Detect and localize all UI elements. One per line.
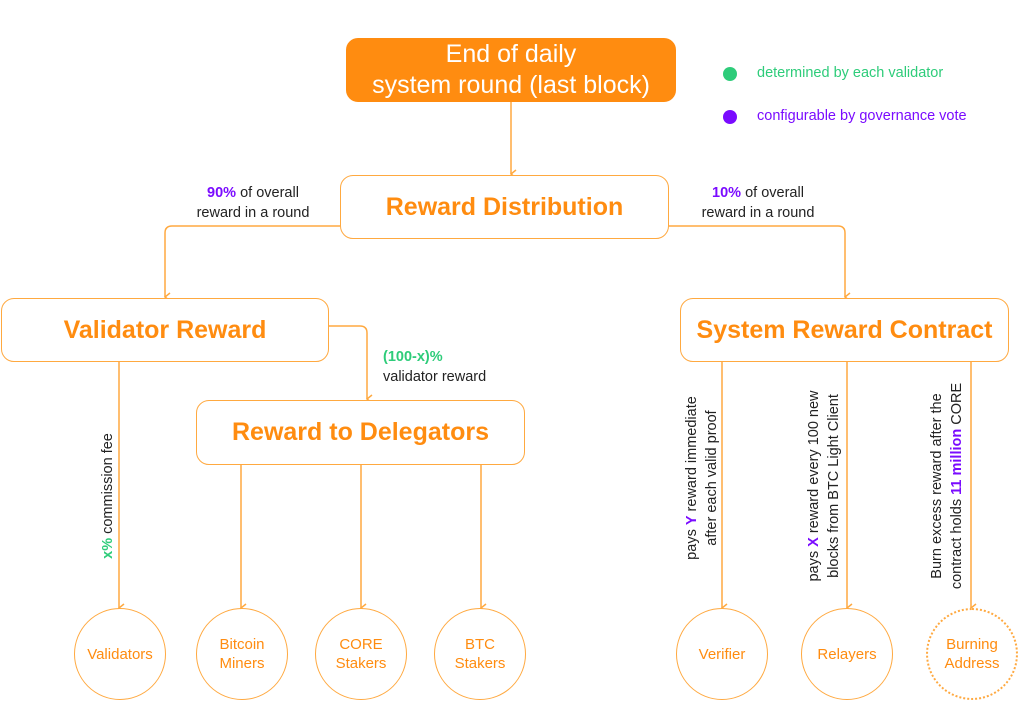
label-verifier-highlight: Y [684,515,700,526]
label-commission-text: commission fee [100,433,116,538]
edge-distribution-to-system [669,225,845,297]
node-reward-distribution: Reward Distribution [340,175,669,239]
label-commission-highlight: x% [100,537,116,559]
label-burn-prefix2: contract holds [949,494,965,590]
label-90-percent: 90% of overall reward in a round [178,183,328,223]
recipient-validators: Validators [74,608,166,700]
label-90-highlight: 90% [207,185,237,201]
legend-dot-validator [723,67,737,81]
recipient-validators-line1: Validators [87,645,153,663]
label-burn-condition: Burn excess reward after the contract ho… [927,346,967,626]
recipient-burning-address-line1: Burning [946,636,998,653]
recipient-bitcoin-miners-line2: Miners [219,655,265,672]
node-reward-to-delegators: Reward to Delegators [196,400,525,465]
label-burn-highlight: 11 million [949,428,965,495]
recipient-bitcoin-miners-line1: Bitcoin [219,636,265,653]
label-burn-text1: Burn excess reward after the [929,393,945,579]
label-verifier-prefix: pays [684,525,700,560]
label-commission-fee: x% commission fee [98,396,118,596]
label-relayers-prefix: pays [806,546,822,582]
label-10-highlight: 10% [712,185,742,201]
label-verifier-text1: reward immediate [684,396,700,516]
label-10-text1: of overall [741,185,804,201]
recipient-btc-stakers-line1: BTC [464,636,495,653]
node-end-of-round-line1: End of daily [445,40,577,68]
recipient-burning-address: Burning Address [926,608,1018,700]
recipient-btc-stakers-line2: Stakers [454,655,506,672]
recipient-bitcoin-miners: Bitcoin Miners [196,608,288,700]
node-end-of-round-line2: system round (last block) [372,71,650,99]
label-90-text1: of overall [236,185,299,201]
label-relayers-highlight: X [806,537,822,547]
label-delegator-share-text: validator reward [383,369,487,385]
edge-validator-to-delegators [329,325,367,399]
label-90-text2: reward in a round [196,205,310,221]
label-relayers-text2: blocks from BTC Light Client [826,394,842,578]
recipient-core-stakers: CORE Stakers [315,608,407,700]
label-relayers-text1: reward every 100 new [806,390,822,538]
legend-label-governance: configurable by governance vote [757,108,967,124]
label-verifier-payment: pays Y reward immediate after each valid… [682,348,722,608]
label-burn-suffix2: CORE [949,382,965,429]
recipient-relayers-line1: Relayers [817,645,877,663]
legend-label-validator: determined by each validator [757,65,944,81]
label-verifier-text2: after each valid proof [704,410,720,546]
legend-dot-governance [723,110,737,124]
label-relayers-payment: pays X reward every 100 new blocks from … [804,346,844,626]
label-delegator-share-highlight: (100-x)% [383,349,443,365]
recipient-verifier-line1: Verifier [698,645,746,663]
recipient-core-stakers-line1: CORE [339,636,383,653]
recipient-verifier: Verifier [676,608,768,700]
label-10-text2: reward in a round [701,205,815,221]
node-validator-reward: Validator Reward [1,298,329,362]
edge-distribution-to-validator [165,225,340,297]
recipient-btc-stakers: BTC Stakers [434,608,526,700]
recipient-core-stakers-line2: Stakers [335,655,387,672]
recipient-burning-address-line2: Address [944,655,1000,672]
recipient-relayers: Relayers [801,608,893,700]
label-10-percent: 10% of overall reward in a round [683,183,833,223]
label-delegator-share: (100-x)% validator reward [383,347,486,387]
node-end-of-round: End of daily system round (last block) [346,38,676,102]
